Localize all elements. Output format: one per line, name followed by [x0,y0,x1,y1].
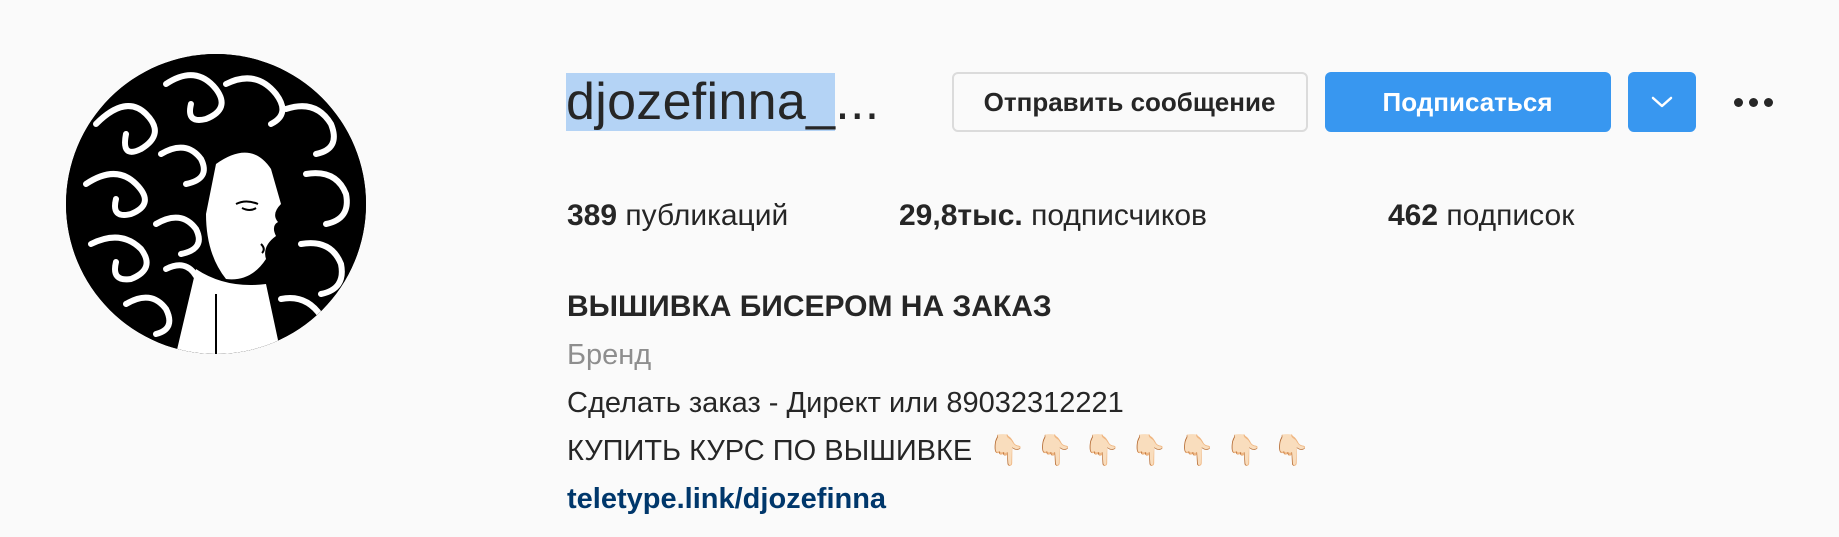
chevron-down-icon [1651,96,1672,108]
posts-stat: 389 публикаций [567,196,899,236]
pointing-down-icon: 👇🏻 [1130,434,1168,467]
following-count: 462 [1388,199,1439,232]
posts-label: публикаций [625,199,789,232]
more-dot [1764,97,1774,107]
pointing-down-icon: 👇🏻 [1225,434,1263,467]
following-stat[interactable]: 462 подписок [1388,196,1574,236]
profile-category: Бренд [567,339,652,371]
posts-count: 389 [567,199,618,232]
pointing-hands: 👇🏻 👇🏻 👇🏻 👇🏻 👇🏻 👇🏻 👇🏻 [988,427,1320,475]
bio-line-course: КУПИТЬ КУРС ПО ВЫШИВКЕ 👇🏻 👇🏻 👇🏻 👇🏻 👇🏻 👇🏻 👇🏻 [567,427,1320,475]
username-ellipsis: ... [835,73,880,131]
profile-bio: ВЫШИВКА БИСЕРОМ НА ЗАКАЗ Бренд Сделать з… [567,283,1320,523]
pointing-down-icon: 👇🏻 [1272,434,1310,467]
suggested-accounts-dropdown-button[interactable] [1627,72,1696,132]
pointing-down-icon: 👇🏻 [1177,434,1216,467]
username-selected-text[interactable]: djozefinna_ [566,73,836,131]
profile-full-name: ВЫШИВКА БИСЕРОМ НА ЗАКАЗ [567,290,1052,323]
send-message-button[interactable]: Отправить сообщение [951,72,1308,132]
avatar-illustration [66,54,366,354]
following-label: подписок [1446,199,1575,232]
followers-label: подписчиков [1031,199,1207,232]
pointing-down-icon: 👇🏻 [1083,434,1121,467]
bio-line: Сделать заказ - Директ или 89032312221 [567,387,1124,419]
profile-stats: 389 публикаций 29,8тыс. подписчиков 462 … [567,196,1574,236]
followers-stat[interactable]: 29,8тыс. подписчиков [899,196,1388,236]
profile-username[interactable]: djozefinna_... [566,72,880,132]
profile-top-row: djozefinna_... Отправить сообщение Подпи… [566,72,1778,132]
bio-course-text: КУПИТЬ КУРС ПО ВЫШИВКЕ [567,435,973,467]
profile-header: djozefinna_... Отправить сообщение Подпи… [0,0,1839,537]
more-dot [1734,97,1744,107]
more-dot [1749,97,1759,107]
pointing-down-icon: 👇🏻 [988,434,1026,467]
pointing-down-icon: 👇🏻 [1035,434,1074,467]
bio-external-link[interactable]: teletype.link/djozefinna [567,475,1320,523]
profile-avatar[interactable] [66,54,366,354]
more-options-icon[interactable] [1730,72,1778,132]
followers-count: 29,8тыс. [899,199,1023,232]
follow-button[interactable]: Подписаться [1324,72,1611,132]
